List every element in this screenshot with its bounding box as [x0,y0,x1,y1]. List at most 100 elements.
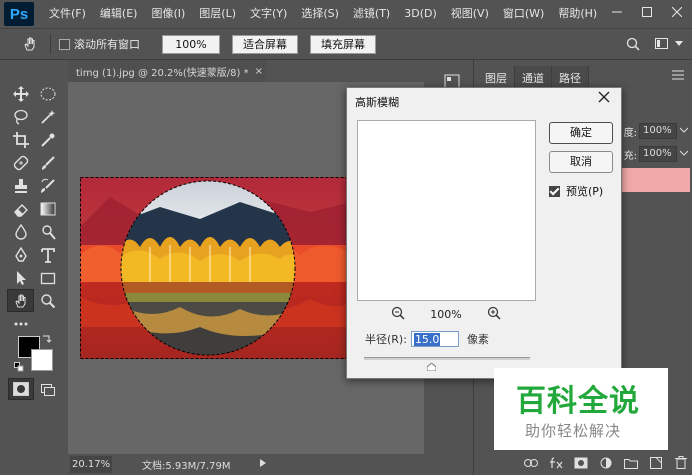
lasso-tool-icon[interactable] [7,105,34,128]
eyedropper-tool-icon[interactable] [34,128,61,151]
history-brush-tool-icon[interactable] [34,174,61,197]
ellipse-marquee-tool-icon[interactable] [34,82,61,105]
new-layer-icon[interactable] [647,454,665,472]
radius-value: 15.0 [413,333,441,346]
chevron-down-icon[interactable] [679,149,690,159]
radius-row: 半径(R): 15.0 像素 [365,331,489,347]
menu-image[interactable]: 图像(I) [144,0,192,28]
move-tool-icon[interactable] [7,82,34,105]
menu-help[interactable]: 帮助(H) [551,0,604,28]
tool-grid [7,82,61,335]
scroll-all-windows-label: 滚动所有窗口 [74,38,140,51]
zoom-in-icon[interactable] [487,306,501,323]
layers-panel-footer [478,450,690,475]
dialog-title: 高斯模糊 [355,96,399,109]
eraser-tool-icon[interactable] [7,197,34,220]
gradient-tool-icon[interactable] [34,197,61,220]
menu-filter[interactable]: 滤镜(T) [346,0,397,28]
hand-tool-icon[interactable] [7,289,34,312]
document-tab-title: timg (1).jpg @ 20.2%(快速蒙版/8) * [76,67,249,79]
background-color-swatch[interactable] [31,349,53,371]
menu-3d[interactable]: 3D(D) [397,0,444,28]
path-selection-tool-icon[interactable] [7,266,34,289]
link-layers-icon[interactable] [522,454,540,472]
delete-layer-icon[interactable] [672,454,690,472]
preview-zoom-row: 100% [391,306,501,323]
radius-unit: 像素 [466,333,489,346]
hand-tool-preset-icon[interactable] [18,33,42,55]
maximize-icon[interactable] [632,0,662,24]
radius-slider-track[interactable] [364,357,530,360]
checkbox-box[interactable] [59,38,70,50]
crop-tool-icon[interactable] [7,128,34,151]
ok-button[interactable]: 确定 [549,122,613,144]
scroll-all-windows-checkbox[interactable]: 滚动所有窗口 [59,36,140,52]
menu-items: 文件(F) 编辑(E) 图像(I) 图层(L) 文字(Y) 选择(S) 滤镜(T… [42,0,604,28]
blur-tool-icon[interactable] [7,220,34,243]
opacity-label: 度: [623,127,637,139]
close-icon[interactable] [662,0,692,24]
chevron-right-icon[interactable] [260,459,266,470]
preview-label: 预览(P) [566,185,604,198]
more-tools-icon[interactable] [7,312,34,335]
search-icon[interactable] [622,33,644,55]
fill-screen-button[interactable]: 填充屏幕 [310,34,376,54]
filter-preview[interactable] [357,120,536,301]
magic-wand-tool-icon[interactable] [34,105,61,128]
radius-input[interactable]: 15.0 [410,331,459,347]
close-tab-icon[interactable]: × [255,66,263,77]
status-bar: 20.17% 文档:5.93M/7.79M [68,454,424,475]
pen-tool-icon[interactable] [7,243,34,266]
panel-menu-icon[interactable] [672,70,684,83]
workspace-icon[interactable] [652,33,674,55]
document-image[interactable] [80,177,352,359]
toolbox [0,60,64,475]
menu-view[interactable]: 视图(V) [444,0,496,28]
healing-brush-tool-icon[interactable] [7,151,34,174]
menu-select[interactable]: 选择(S) [294,0,346,28]
screen-mode-icon[interactable] [38,380,58,400]
new-group-icon[interactable] [622,454,640,472]
brush-tool-icon[interactable] [34,151,61,174]
document-tab[interactable]: timg (1).jpg @ 20.2%(快速蒙版/8) * × [68,60,266,82]
checkbox-checked[interactable] [549,185,560,197]
options-bar: 滚动所有窗口 100% 适合屏幕 填充屏幕 [0,28,692,60]
options-right-icons [622,33,684,55]
type-tool-icon[interactable] [34,243,61,266]
fx-icon[interactable] [547,454,565,472]
opacity-field[interactable]: 100% [639,123,677,139]
menu-window[interactable]: 窗口(W) [496,0,551,28]
adjustment-layer-icon[interactable] [597,454,615,472]
zoom-out-icon[interactable] [391,306,405,323]
menu-layer[interactable]: 图层(L) [192,0,243,28]
quick-mask-icon[interactable] [8,378,34,400]
preview-checkbox[interactable]: 预览(P) [549,183,603,199]
dodge-tool-icon[interactable] [34,220,61,243]
zoom-level-field[interactable]: 20.17% [70,456,112,473]
menu-file[interactable]: 文件(F) [42,0,93,28]
zoom-100-button[interactable]: 100% [162,34,220,54]
close-icon[interactable] [598,91,612,105]
fill-field[interactable]: 100% [639,146,677,162]
swap-colors-icon[interactable] [42,334,52,347]
chevron-down-icon[interactable] [679,126,690,136]
watermark-title: 百科全说 [516,384,640,419]
cancel-button[interactable]: 取消 [549,151,613,173]
radius-slider-thumb[interactable] [426,361,437,372]
rectangle-tool-icon[interactable] [34,266,61,289]
minimize-icon[interactable] [602,0,632,24]
zoom-tool-icon[interactable] [34,289,61,312]
fit-screen-button[interactable]: 适合屏幕 [232,34,298,54]
default-colors-icon[interactable] [14,362,24,375]
chevron-down-icon[interactable] [674,33,684,55]
separator [50,34,51,54]
menu-edit[interactable]: 编辑(E) [93,0,145,28]
add-mask-icon[interactable] [572,454,590,472]
watermark-subtitle: 助你轻松解决 [525,422,622,440]
gaussian-blur-dialog: 高斯模糊 确定 取消 预览(P) 100% 半径(R): 15.0 像素 [346,87,622,379]
document-size-info[interactable]: 文档:5.93M/7.79M [142,457,231,472]
photoshop-logo: Ps [4,2,34,26]
clone-stamp-tool-icon[interactable] [7,174,34,197]
menu-type[interactable]: 文字(Y) [243,0,294,28]
radius-label: 半径(R): [365,333,407,346]
